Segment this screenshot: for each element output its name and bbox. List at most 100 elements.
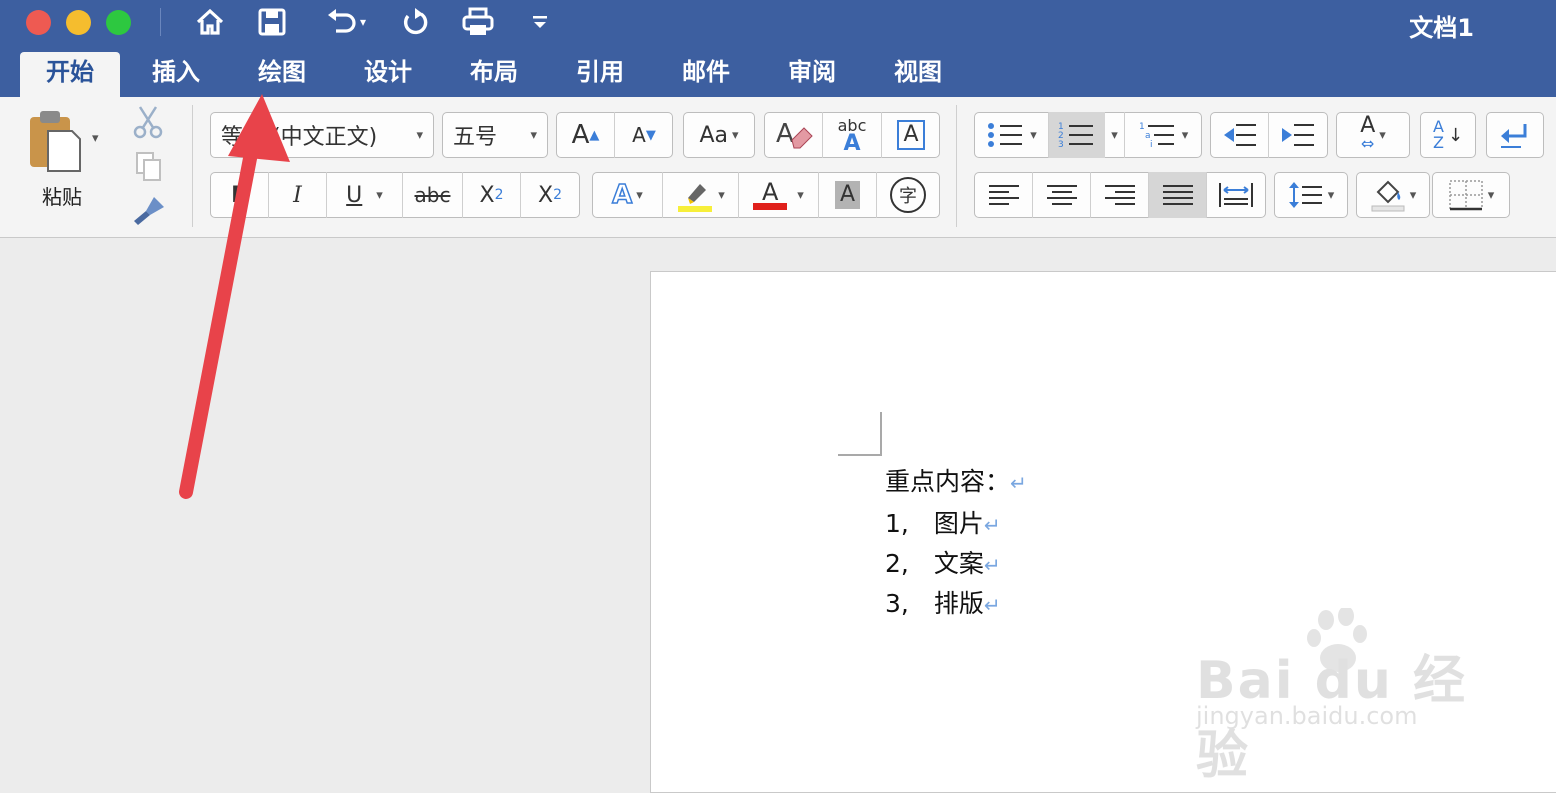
font-size-group: A ▲ A ▼ (556, 112, 673, 158)
title-bar: ▾ 文档1 开始 插入 绘图 设计 布局 引用 邮件 审阅 视图 (0, 0, 1556, 97)
svg-text:i: i (1150, 140, 1153, 150)
multilevel-list-button[interactable]: 1 a i ▾ (1125, 112, 1201, 158)
shrink-font-button[interactable]: A ▼ (615, 112, 673, 158)
indent-group (1210, 112, 1328, 158)
align-left-icon (988, 185, 1019, 205)
document-line-2[interactable]: 1, 图片↵ (885, 504, 1001, 540)
sort-z-label: Z (1432, 133, 1444, 152)
redo-icon[interactable] (395, 4, 435, 40)
strikethrough-button[interactable]: abc (403, 172, 463, 218)
paragraph-return-mark: ↵ (983, 593, 1001, 617)
grow-font-button[interactable]: A ▲ (557, 112, 615, 158)
superscript-button[interactable]: X2 (521, 172, 579, 218)
ribbon: ▾ 粘贴 等线 (中文正文) ▾ 五号 ▾ A ▲ A ▼ Aa ▾ A abc A (0, 97, 1556, 238)
text-effects-button[interactable]: A ▾ (593, 172, 663, 218)
distributed-icon (1219, 183, 1253, 207)
distributed-button[interactable] (1207, 172, 1265, 218)
align-right-button[interactable] (1091, 172, 1149, 218)
home-icon[interactable] (190, 4, 230, 40)
box-a-label: A (897, 120, 925, 150)
enclose-characters-button[interactable]: 字 (877, 172, 939, 218)
font-name-select[interactable]: 等线 (中文正文) ▾ (210, 112, 434, 158)
line-text: 1, 图片 (885, 509, 984, 538)
document-line-1[interactable]: 重点内容：↵ (885, 462, 1027, 498)
asian-layout-button[interactable]: A ⇔ ▾ (1336, 112, 1410, 158)
font-style-group: B I U ▾ abc X2 X2 (210, 172, 580, 218)
shrink-font-label: A (632, 123, 646, 147)
undo-icon[interactable]: ▾ (315, 4, 375, 40)
tab-insert[interactable]: 插入 (130, 52, 222, 97)
increase-indent-button[interactable] (1269, 112, 1327, 158)
paragraph-return-mark: ↵ (983, 513, 1001, 537)
zoom-window-button[interactable] (106, 10, 131, 35)
subscript-button[interactable]: X2 (463, 172, 521, 218)
shading-button[interactable]: ▾ (1356, 172, 1430, 218)
tab-design[interactable]: 设计 (342, 52, 434, 97)
underline-button[interactable]: U ▾ (327, 172, 403, 218)
paste-dropdown-icon[interactable]: ▾ (92, 131, 99, 146)
divider (192, 105, 193, 227)
alignment-group (974, 172, 1266, 218)
sort-button[interactable]: A Z ↓ (1420, 112, 1476, 158)
font-color-button[interactable]: A ▾ (739, 172, 819, 218)
bold-button[interactable]: B (211, 172, 269, 218)
decrease-indent-icon (1223, 124, 1256, 146)
svg-text:A: A (776, 119, 794, 149)
customize-icon[interactable] (528, 4, 552, 40)
align-center-button[interactable] (1033, 172, 1091, 218)
increase-indent-icon (1282, 124, 1314, 146)
document-line-4[interactable]: 3, 排版↵ (885, 584, 1001, 620)
tab-home[interactable]: 开始 (20, 52, 120, 97)
clear-phonetic-group: A abc A A (764, 112, 940, 158)
paragraph-return-mark: ↵ (983, 553, 1001, 577)
numbering-dropdown[interactable]: ▾ (1105, 112, 1125, 158)
tab-draw[interactable]: 绘图 (236, 52, 328, 97)
phonetic-guide-button[interactable]: abc A (823, 112, 882, 158)
align-right-icon (1104, 185, 1135, 205)
tab-references[interactable]: 引用 (554, 52, 646, 97)
borders-icon (1448, 180, 1483, 211)
justify-button[interactable] (1149, 172, 1207, 218)
tab-layout[interactable]: 布局 (448, 52, 540, 97)
highlight-button[interactable]: ▾ (663, 172, 739, 218)
eraser-icon: A (776, 119, 813, 149)
close-window-button[interactable] (26, 10, 51, 35)
sort-arrow-icon: ↓ (1447, 124, 1464, 146)
minimize-window-button[interactable] (66, 10, 91, 35)
format-painter-icon[interactable] (132, 195, 166, 231)
print-icon[interactable] (458, 4, 498, 40)
tab-review[interactable]: 审阅 (766, 52, 858, 97)
show-marks-button[interactable] (1486, 112, 1544, 158)
clear-formatting-button[interactable]: A (765, 112, 823, 158)
underline-label: U (346, 182, 363, 208)
line-text: 2, 文案 (885, 549, 984, 578)
paste-button[interactable]: ▾ (28, 109, 108, 179)
font-size-select[interactable]: 五号 ▾ (442, 112, 548, 158)
paragraph-mark-icon (1501, 124, 1527, 148)
cut-icon[interactable] (132, 105, 164, 143)
character-border-button[interactable]: A (882, 112, 940, 158)
document-line-3[interactable]: 2, 文案↵ (885, 544, 1001, 580)
tab-view[interactable]: 视图 (872, 52, 964, 97)
align-left-button[interactable] (975, 172, 1033, 218)
line-spacing-button[interactable]: ▾ (1274, 172, 1348, 218)
margin-corner-mark (838, 412, 882, 456)
italic-button[interactable]: I (269, 172, 327, 218)
character-shading-button[interactable]: A (819, 172, 877, 218)
tab-mailings[interactable]: 邮件 (660, 52, 752, 97)
line-spacing-icon (1288, 182, 1322, 208)
font-color-label: A (762, 177, 779, 206)
double-arrow-icon: ⇔ (1361, 134, 1375, 153)
bullets-button[interactable]: ▾ (975, 112, 1049, 158)
superscript-mark: 2 (553, 187, 562, 203)
decrease-indent-button[interactable] (1211, 112, 1269, 158)
subscript-mark: 2 (494, 187, 504, 203)
change-case-button[interactable]: Aa ▾ (683, 112, 755, 158)
borders-button[interactable]: ▾ (1432, 172, 1510, 218)
save-icon[interactable] (252, 4, 292, 40)
numbering-button[interactable]: 123 (1049, 112, 1105, 158)
highlighter-icon (678, 184, 713, 212)
font-size-value: 五号 (453, 125, 498, 150)
copy-icon[interactable] (135, 151, 163, 187)
font-name-value: 等线 (中文正文) (221, 125, 378, 150)
